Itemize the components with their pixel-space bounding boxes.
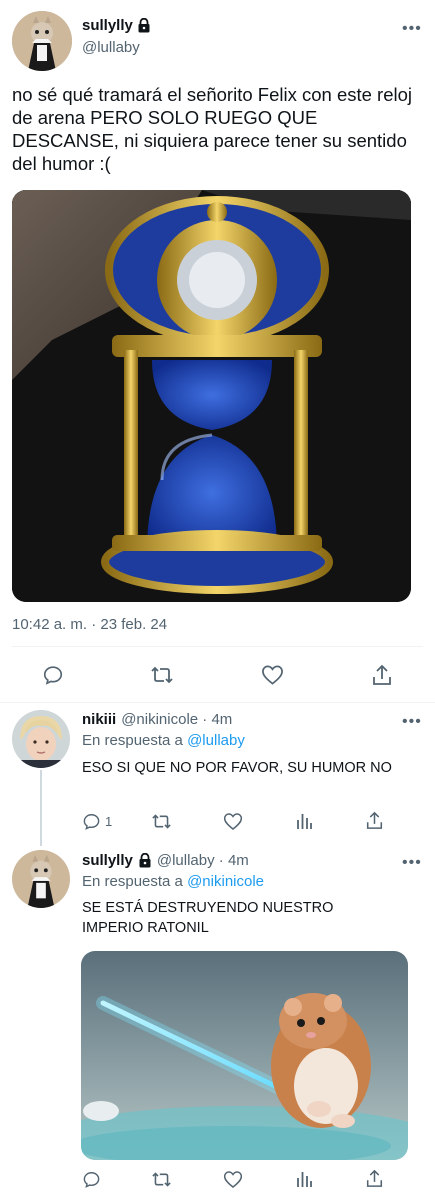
nikiii-avatar-image [12,710,70,768]
tweet-image-hourglass[interactable] [12,190,411,602]
divider [0,702,435,703]
tweet-timestamp[interactable]: 10:42 a. m. · 23 feb. 24 [12,616,167,633]
cat-maid-avatar-image [12,11,72,71]
reply1-author-name[interactable]: nikiii [82,711,116,728]
share-icon[interactable] [366,1169,383,1188]
lock-icon [137,18,151,33]
main-author-name[interactable]: sullylly [82,17,133,34]
cat-maid-avatar-image [12,850,70,908]
share-icon[interactable] [372,664,392,686]
divider [12,646,423,647]
reply-count: 1 [105,814,113,829]
reply-icon[interactable] [82,812,101,831]
reply-prefix: En respuesta a [82,873,183,890]
main-avatar[interactable] [12,11,72,71]
thread-line [40,770,42,846]
retweet-icon[interactable] [151,1170,172,1189]
reply1-avatar[interactable] [12,710,70,768]
heart-icon[interactable] [223,1170,243,1189]
main-tweet-text: no sé qué tramará el señorito Felix con … [12,84,413,174]
reply2-author-handle[interactable]: @lullaby · 4m [157,852,249,869]
retweet-icon[interactable] [151,812,172,831]
reply-target-link[interactable]: @lullaby [187,732,245,749]
main-author-handle[interactable]: @lullaby [82,39,140,56]
reply1-replying-to: En respuesta a @lullaby [82,732,245,749]
lock-icon [138,853,152,868]
reply-target-link[interactable]: @nikinicole [187,873,264,890]
reply-button[interactable]: 1 [82,812,112,831]
reply1-author-handle[interactable]: @nikinicole · 4m [121,711,232,728]
retweet-icon[interactable] [150,664,174,686]
reply2-avatar[interactable] [12,850,70,908]
reply2-author-name[interactable]: sullylly [82,852,133,869]
tweet-image-hamster[interactable] [81,951,408,1160]
views-icon[interactable] [296,812,313,830]
share-icon[interactable] [366,811,383,830]
reply-prefix: En respuesta a [82,732,183,749]
more-icon[interactable]: ••• [402,21,422,37]
heart-icon[interactable] [223,812,243,831]
more-icon[interactable]: ••• [402,714,422,730]
reply-icon[interactable] [42,664,64,686]
more-icon[interactable]: ••• [402,855,422,871]
reply-icon[interactable] [82,1170,101,1189]
views-icon[interactable] [296,1170,313,1188]
reply2-replying-to: En respuesta a @nikinicole [82,873,264,890]
reply1-text: ESO SI QUE NO POR FAVOR, SU HUMOR NO [82,760,392,776]
reply2-text: SE ESTÁ DESTRUYENDO NUESTRO IMPERIO RATO… [82,900,334,936]
heart-icon[interactable] [261,664,284,686]
